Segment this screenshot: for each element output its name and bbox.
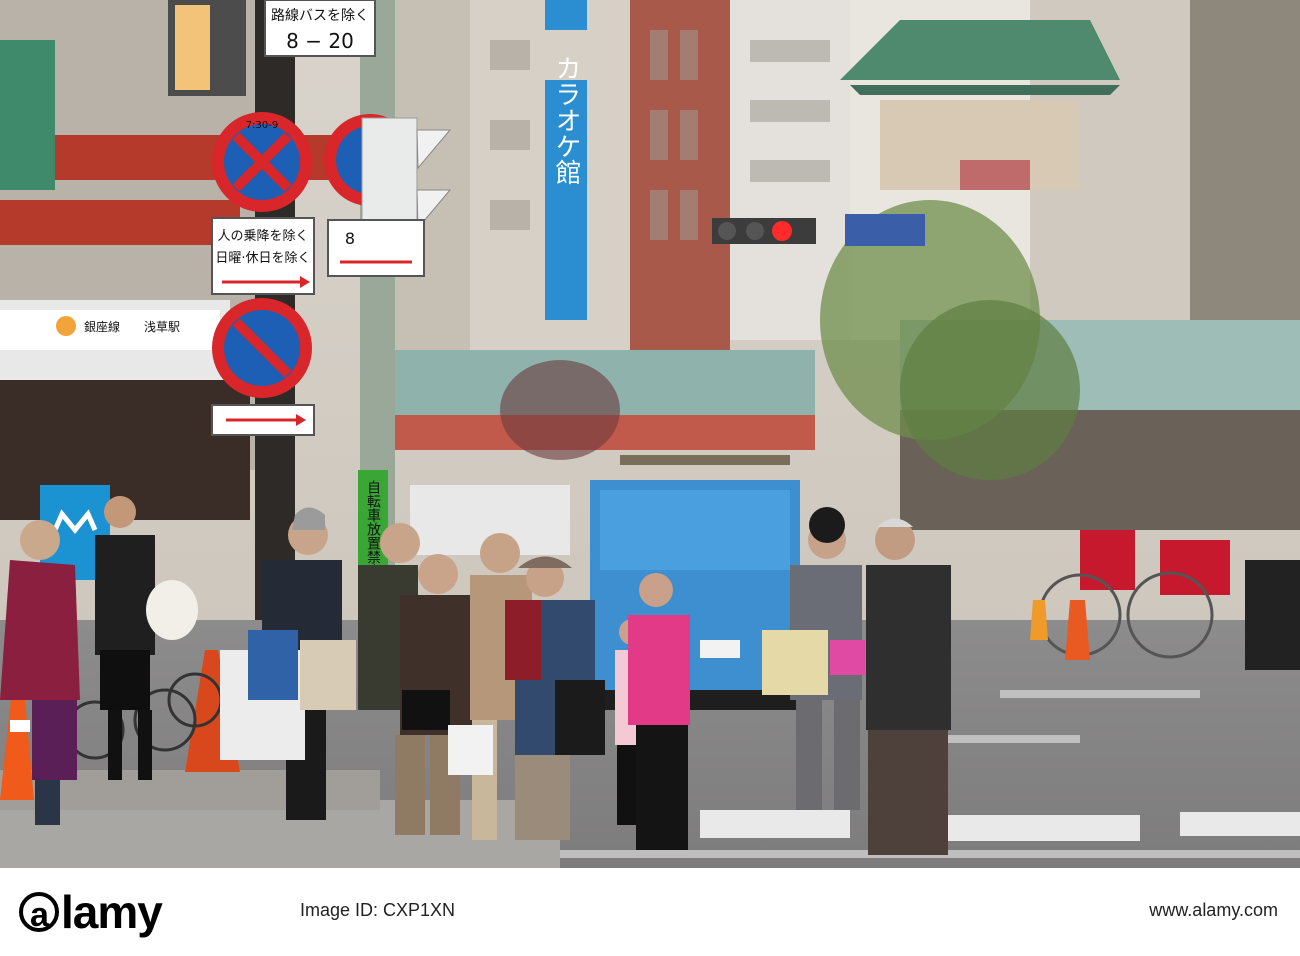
bus-plate-line2: 8 − 20 [286,29,354,53]
logo-circle-a: a [19,892,59,934]
sundays-text: 日曜·休日を除く [215,251,310,266]
no-parking-sign [211,298,315,436]
no-stopping-sign: 7:30-9 [212,112,312,212]
alamy-logo: a lamy [19,886,163,938]
karaoke-text: カラオケ館 [551,55,581,185]
alamy-url-text: www.alamy.com [1149,900,1278,920]
image-id-text: Image ID: CXP1XN [300,900,456,920]
station-line: 銀座線 [84,319,120,334]
bus-plate-line1: 路線バスを除く [271,8,369,24]
banner-text: 自転車放置禁止 [365,480,381,578]
no-stopping-time: 7:30-9 [246,120,278,131]
watermark-bar: a lamy Image ID: CXP1XN www.alamy.com [0,868,1300,956]
eight-text: 8 [345,229,355,248]
passenger-text: 人の乗降を除く [217,229,308,244]
metro-logo [56,316,76,336]
person-old-man [866,518,951,855]
eight-plate: 8 [327,219,425,277]
station-name: 浅草駅 [144,320,180,334]
bus-exception-plate: 路線バスを除く 8 − 20 [264,0,376,57]
passenger-plate: 人の乗降を除く 日曜·休日を除く [211,217,315,295]
logo-text: lamy [61,886,163,938]
street-photo: カラオケ館 銀座線 浅草駅 自転車放置禁止 路線バスを除く 8 − 20 7:3… [0,0,1300,868]
parked-car [1245,560,1300,670]
